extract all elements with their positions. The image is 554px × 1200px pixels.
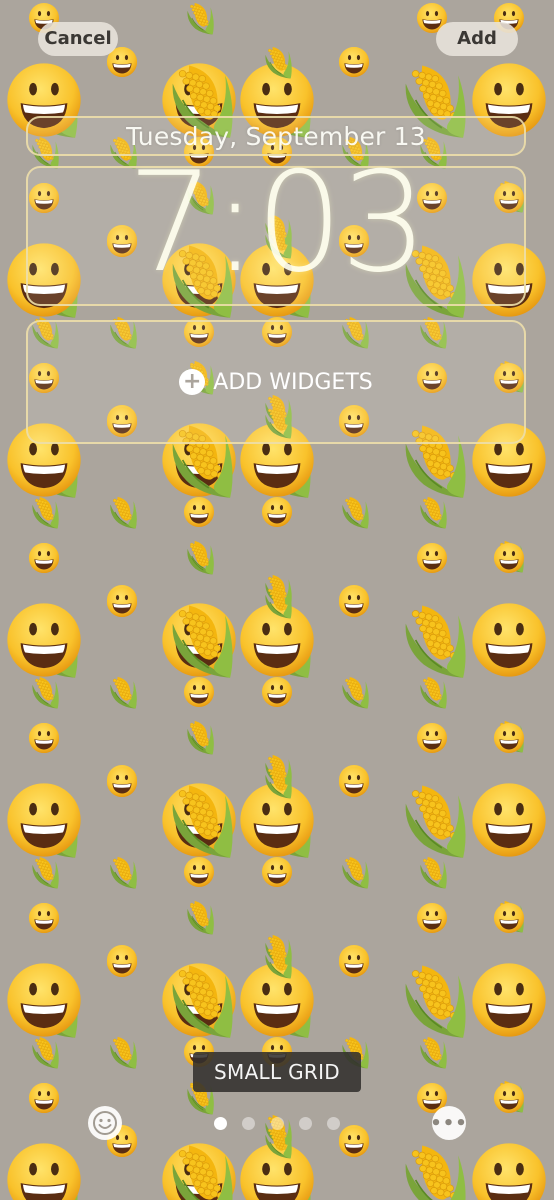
ear-of-corn-emoji [265, 766, 292, 799]
grinning-face-emoji [183, 496, 215, 528]
grinning-face-emoji [338, 766, 370, 798]
grinning-face-emoji [338, 586, 370, 618]
page-dot[interactable] [327, 1116, 340, 1130]
ear-of-corn-emoji [342, 496, 369, 529]
add-widgets-label: ADD WIDGETS [213, 369, 373, 395]
grinning-face-emoji [472, 963, 546, 1037]
grinning-face-emoji [338, 1126, 370, 1158]
ear-of-corn-emoji [32, 1036, 59, 1069]
grinning-face-emoji [106, 946, 138, 978]
ear-of-corn-emoji [172, 965, 233, 1038]
clock-slot[interactable]: 7:03 [26, 142, 526, 306]
grinning-face-emoji [28, 1082, 60, 1114]
ear-of-corn-emoji [110, 496, 137, 529]
page-dot[interactable] [270, 1116, 284, 1130]
grinning-face-emoji [183, 676, 215, 708]
ear-of-corn-emoji [32, 676, 59, 709]
ear-of-corn-emoji [405, 1145, 466, 1200]
ear-of-corn-emoji [110, 676, 137, 709]
grinning-face-emoji [7, 1143, 81, 1200]
grinning-face-emoji [493, 542, 525, 574]
grinning-face-emoji [28, 722, 60, 754]
grinning-face-emoji [28, 542, 60, 574]
ear-of-corn-emoji [32, 496, 59, 529]
ear-of-corn-emoji [172, 1145, 233, 1200]
grinning-face-emoji [106, 586, 138, 618]
more-options-button[interactable]: ••• [430, 1106, 468, 1140]
grinning-face-emoji [472, 603, 546, 677]
grinning-face-emoji [416, 542, 448, 574]
grinning-face-emoji [183, 856, 215, 888]
ear-of-corn-emoji [342, 676, 369, 709]
ear-of-corn-emoji [187, 902, 214, 935]
wallpaper-page-indicator[interactable] [214, 1116, 340, 1130]
add-button[interactable]: Add [436, 22, 518, 56]
emoji-picker-button[interactable] [88, 1106, 122, 1140]
grinning-face-emoji [338, 946, 370, 978]
lock-screen-time: 7:03 [127, 141, 428, 303]
grinning-face-emoji [261, 856, 293, 888]
grinning-face-emoji [106, 766, 138, 798]
wallpaper-style-label: SMALL GRID [193, 1052, 361, 1092]
grinning-face-emoji [28, 902, 60, 934]
ear-of-corn-emoji [187, 2, 214, 35]
grinning-face-emoji [472, 1143, 546, 1200]
page-dot[interactable] [214, 1116, 227, 1130]
grinning-face-emoji [7, 603, 81, 677]
ear-of-corn-emoji [265, 46, 292, 79]
cancel-button[interactable]: Cancel [38, 22, 118, 56]
ear-of-corn-emoji [110, 856, 137, 889]
plus-icon: + [179, 369, 206, 395]
add-widgets-button[interactable]: + ADD WIDGETS [28, 322, 524, 442]
ear-of-corn-emoji [405, 965, 466, 1038]
ear-of-corn-emoji [172, 785, 233, 858]
grinning-face-emoji [261, 496, 293, 528]
grinning-face-emoji [7, 963, 81, 1037]
smiley-icon [93, 1111, 117, 1135]
grinning-face-emoji [472, 783, 546, 857]
widgets-slot[interactable]: + ADD WIDGETS [26, 320, 526, 444]
grinning-face-emoji [338, 46, 370, 78]
ear-of-corn-emoji [405, 785, 466, 858]
grinning-face-emoji [416, 722, 448, 754]
ear-of-corn-emoji [110, 1036, 137, 1069]
page-dot[interactable] [242, 1116, 256, 1130]
grinning-face-emoji [493, 1082, 525, 1114]
ear-of-corn-emoji [32, 856, 59, 889]
ear-of-corn-emoji [187, 722, 214, 755]
ear-of-corn-emoji [265, 586, 292, 619]
ear-of-corn-emoji [187, 542, 214, 575]
grinning-face-emoji [493, 902, 525, 934]
ear-of-corn-emoji [405, 605, 466, 678]
page-dot[interactable] [298, 1116, 312, 1130]
ear-of-corn-emoji [265, 946, 292, 979]
grinning-face-emoji [416, 902, 448, 934]
grinning-face-emoji [493, 722, 525, 754]
ear-of-corn-emoji [342, 856, 369, 889]
ear-of-corn-emoji [172, 605, 233, 678]
grinning-face-emoji [7, 783, 81, 857]
grinning-face-emoji [261, 676, 293, 708]
ellipsis-icon: ••• [430, 1112, 468, 1134]
